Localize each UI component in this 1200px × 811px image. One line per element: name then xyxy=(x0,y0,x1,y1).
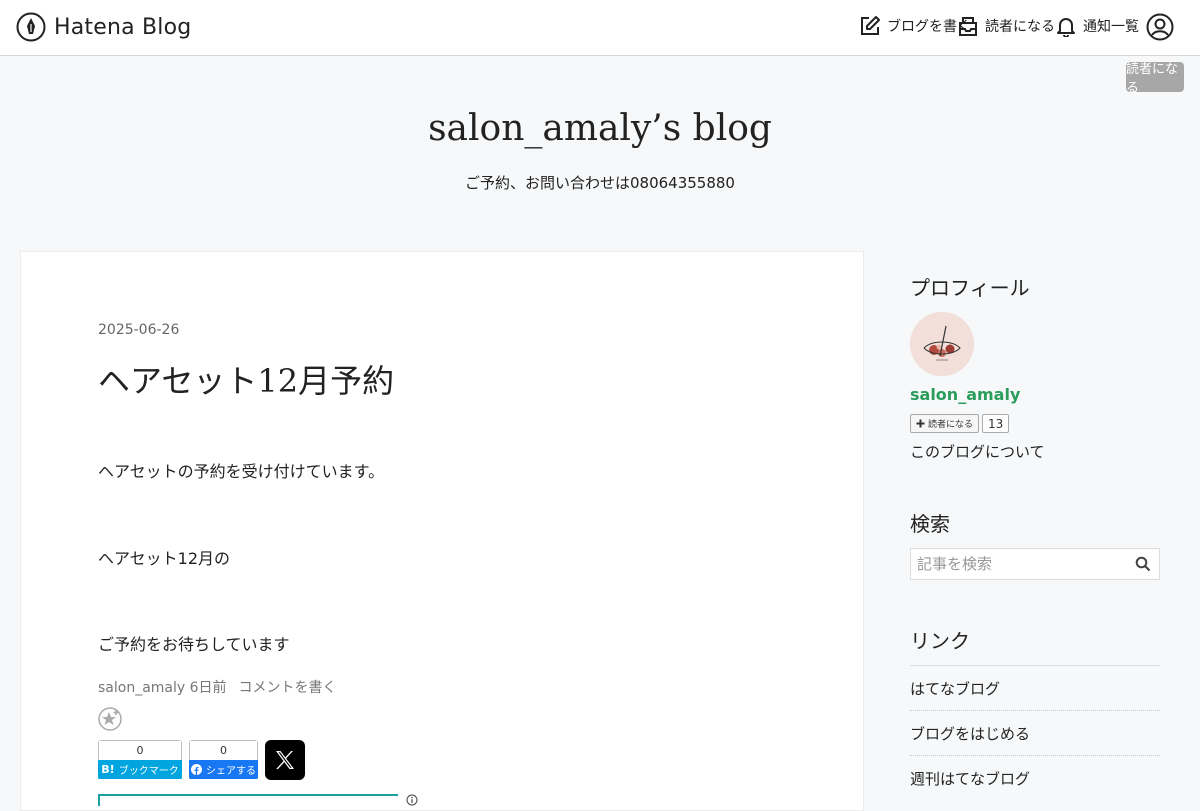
x-logo-icon xyxy=(276,751,294,769)
hatena-pen-icon xyxy=(16,12,46,42)
subscribed-blogs-link[interactable]: 読者になる xyxy=(957,15,1055,37)
article-time-ago: 6日前 xyxy=(189,680,227,696)
facebook-label: シェアする xyxy=(206,766,256,777)
article-footer-meta: salon_amaly 6日前 コメントを書く xyxy=(98,677,337,697)
x-share-button[interactable] xyxy=(265,740,305,780)
link-item[interactable]: 週刊はてなブログ xyxy=(910,755,1160,800)
share-buttons: 0 B! ブックマーク 0 シェアする xyxy=(98,740,305,780)
link-item[interactable]: ブログをはじめる xyxy=(910,710,1160,755)
comment-link[interactable]: コメントを書く xyxy=(239,677,337,697)
search-box xyxy=(910,548,1160,580)
blog-description: ご予約、お問い合わせは08064355880 xyxy=(465,174,735,192)
facebook-icon xyxy=(191,764,202,775)
plus-icon xyxy=(916,419,925,428)
link-item[interactable]: はてなブログ xyxy=(910,665,1160,710)
reader-count[interactable]: 13 xyxy=(982,414,1010,433)
article-paragraph: ヘアセット12月の xyxy=(98,549,231,568)
links-list: はてなブログ ブログをはじめる 週刊はてなブログ xyxy=(910,665,1160,800)
info-icon[interactable] xyxy=(406,794,418,806)
embed-widget-edge xyxy=(98,794,418,806)
subscribed-blogs-label: 読者になる xyxy=(985,19,1055,35)
top-navigation-bar: Hatena Blog ブログを書く 読者になる 通知一覧 xyxy=(0,0,1200,56)
salon-logo-image xyxy=(910,312,974,376)
reader-widget: 読者になる 13 xyxy=(910,414,1010,433)
hatena-blog-logo[interactable]: Hatena Blog xyxy=(16,12,191,42)
article-date[interactable]: 2025-06-26 xyxy=(98,322,179,338)
article-paragraph: ヘアセットの予約を受け付けています。 xyxy=(98,462,385,481)
write-blog-link[interactable]: ブログを書く xyxy=(859,15,971,37)
article-paragraph: ご予約をお待ちしています xyxy=(98,635,290,654)
search-input[interactable] xyxy=(911,549,1131,579)
sidebar-subscribe-button[interactable]: 読者になる xyxy=(910,414,980,433)
profile-section-title: プロフィール xyxy=(910,276,1030,300)
links-section-title: リンク xyxy=(910,629,970,653)
user-account-icon[interactable] xyxy=(1146,13,1174,41)
bookmark-count: 0 xyxy=(98,740,182,760)
article-author-link[interactable]: salon_amaly 6日前 xyxy=(98,677,227,697)
sidebar-subscribe-label: 読者になる xyxy=(928,420,974,430)
about-blog-link[interactable]: このブログについて xyxy=(910,441,1045,462)
facebook-count: 0 xyxy=(189,740,258,760)
subscribe-button[interactable]: 読者になる xyxy=(1126,62,1184,96)
pencil-square-icon xyxy=(861,16,880,35)
hatena-b-icon: B! xyxy=(101,763,115,776)
hatena-bookmark-button[interactable]: 0 B! ブックマーク xyxy=(98,740,182,780)
bookmark-label: ブックマーク xyxy=(118,766,179,777)
author-name-link[interactable]: salon_amaly xyxy=(910,385,1020,404)
article-card: 2025-06-26 ヘアセット12月予約 ヘアセットの予約を受け付けています。… xyxy=(20,251,864,811)
inbox-tray-icon xyxy=(959,17,977,36)
search-icon[interactable] xyxy=(1135,556,1151,572)
add-star-icon[interactable] xyxy=(98,707,122,731)
logo-text: Hatena Blog xyxy=(54,14,192,40)
author-avatar[interactable] xyxy=(910,312,974,376)
facebook-share-button[interactable]: 0 シェアする xyxy=(189,740,258,780)
notifications-link[interactable]: 通知一覧 xyxy=(1055,15,1139,37)
search-section-title: 検索 xyxy=(910,512,950,536)
bell-icon xyxy=(1057,18,1075,37)
blog-title[interactable]: salon_amaly’s blog xyxy=(0,108,1200,149)
article-title[interactable]: ヘアセット12月予約 xyxy=(98,356,394,402)
notifications-label: 通知一覧 xyxy=(1083,19,1139,35)
